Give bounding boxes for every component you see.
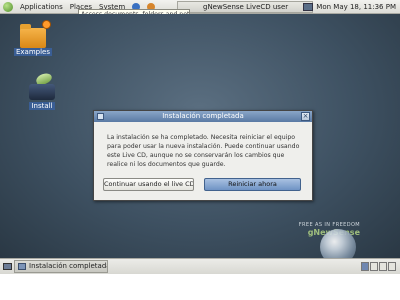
folder-icon [20, 20, 51, 48]
dialog-title: Instalación completada [162, 112, 244, 120]
close-button[interactable]: × [301, 112, 310, 121]
active-window-title: gNewSense LiveCD user [203, 3, 289, 11]
top-panel: Applications Places System gNewSense Liv… [0, 0, 400, 14]
bottom-panel: Instalación completada [0, 258, 400, 274]
installation-complete-dialog: Instalación completada × La instalación … [93, 110, 313, 201]
workspace-2[interactable] [370, 262, 378, 271]
applications-menu[interactable]: Applications [20, 3, 63, 11]
examples-label: Examples [13, 48, 52, 56]
continue-live-cd-button[interactable]: Continuar usando el live CD [103, 178, 194, 191]
frame-margin [0, 274, 400, 300]
clock[interactable]: Mon May 18, 11:36 PM [316, 3, 396, 11]
workspace-3[interactable] [379, 262, 387, 271]
dialog-titlebar[interactable]: Instalación completada × [94, 111, 312, 122]
workspace-switcher [361, 262, 396, 271]
taskbar-item-dialog[interactable]: Instalación completada [14, 260, 108, 273]
workspace-1[interactable] [361, 262, 369, 271]
installer-icon [28, 71, 56, 102]
install-desktop-icon[interactable]: Install [17, 71, 67, 110]
workspace-4[interactable] [388, 262, 396, 271]
window-menu-icon[interactable] [97, 113, 104, 120]
taskbar-item-label: Instalación completada [29, 262, 108, 270]
window-icon [18, 263, 26, 270]
network-icon[interactable] [303, 3, 314, 11]
examples-desktop-icon[interactable]: Examples [8, 20, 58, 56]
gnewsense-logo-icon [3, 1, 13, 12]
active-window-button[interactable]: gNewSense LiveCD user [177, 1, 313, 13]
show-desktop-icon[interactable] [3, 263, 12, 270]
brand-tagline: FREE AS IN FREEDOM [298, 222, 360, 228]
tray-area: Mon May 18, 11:36 PM [303, 0, 396, 14]
dialog-message: La instalación se ha completado. Necesit… [107, 134, 300, 168]
install-label: Install [29, 102, 55, 110]
installer-drive [29, 84, 55, 100]
restart-now-button[interactable]: Reiniciar ahora [204, 178, 301, 191]
emblem-icon [42, 20, 51, 29]
